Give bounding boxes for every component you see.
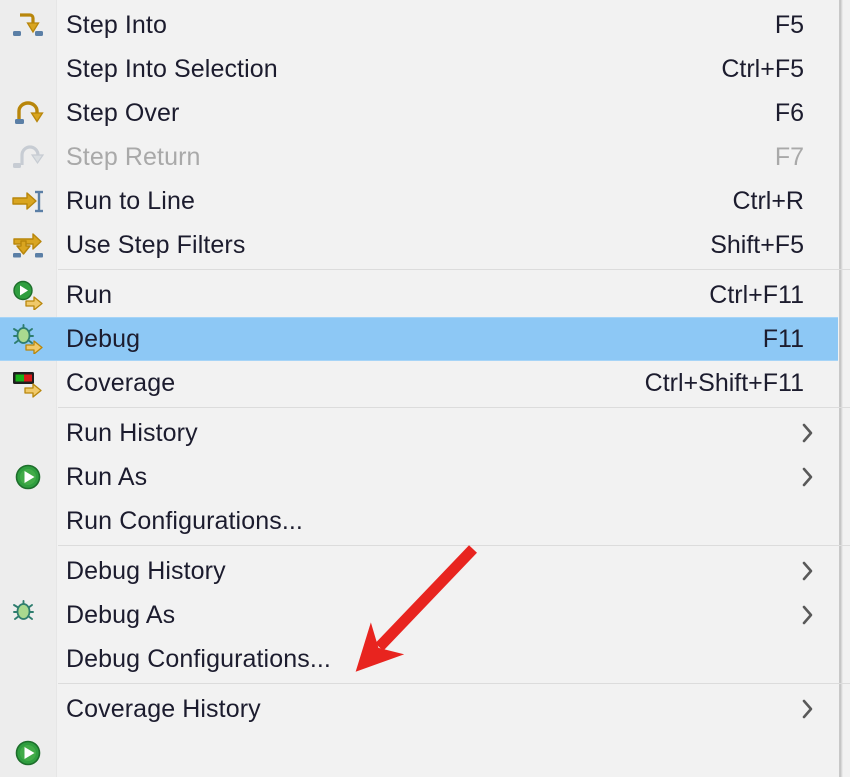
no-icon <box>8 692 48 726</box>
run-to-line-icon <box>8 184 48 218</box>
debug-as-icon <box>8 598 48 632</box>
menu-item-run-configurations[interactable]: Run Configurations... <box>0 499 838 543</box>
menu-item-label: Step Into Selection <box>66 54 278 83</box>
coverage-as-icon <box>8 736 48 770</box>
use-step-filters-icon <box>8 228 48 262</box>
no-icon <box>8 52 48 86</box>
menu-item-coverage[interactable]: Coverage Ctrl+Shift+F11 <box>0 361 838 405</box>
step-into-icon <box>8 8 48 42</box>
menu-item-run-history[interactable]: Run History <box>0 411 838 455</box>
menu-item-run-to-line[interactable]: Run to Line Ctrl+R <box>0 179 838 223</box>
menu-item-debug-as[interactable]: Debug As <box>0 593 838 637</box>
no-icon <box>8 554 48 588</box>
coverage-icon <box>8 366 48 400</box>
menu-item-label: Debug History <box>66 556 226 585</box>
menu-item-run-as[interactable]: Run As <box>0 455 838 499</box>
menu-item-shortcut: Ctrl+R <box>732 186 804 215</box>
menu-item-use-step-filters[interactable]: Use Step Filters Shift+F5 <box>0 223 838 267</box>
menu-item-step-return: Step Return F7 <box>0 135 838 179</box>
run-icon <box>8 278 48 312</box>
submenu-chevron-right-icon <box>798 558 818 584</box>
menu-item-label: Run Configurations... <box>66 506 303 535</box>
no-icon <box>8 642 48 676</box>
menu-item-debug-configurations[interactable]: Debug Configurations... <box>0 637 838 681</box>
submenu-chevron-right-icon <box>798 464 818 490</box>
menu-item-shortcut: F5 <box>774 10 804 39</box>
menu-item-shortcut: Ctrl+Shift+F11 <box>644 368 804 397</box>
menu-item-run[interactable]: Run Ctrl+F11 <box>0 273 838 317</box>
menu-item-shortcut: Ctrl+F11 <box>709 280 804 309</box>
menu-item-label: Run History <box>66 418 198 447</box>
menu-item-label: Coverage History <box>66 694 261 723</box>
menu-item-label: Use Step Filters <box>66 230 246 259</box>
menu-item-step-over[interactable]: Step Over F6 <box>0 91 838 135</box>
step-return-icon <box>8 140 48 174</box>
step-over-icon <box>8 96 48 130</box>
run-menu-popup: Step Into F5 Step Into Selection Ctrl+F5 St… <box>0 0 850 777</box>
menu-item-label: Coverage <box>66 368 176 397</box>
debug-icon <box>8 322 48 356</box>
menu-item-partial[interactable] <box>0 731 838 775</box>
menu-item-shortcut: Shift+F5 <box>710 230 804 259</box>
menu-item-label: Run As <box>66 462 148 491</box>
menu-item-step-into[interactable]: Step Into F5 <box>0 3 838 47</box>
menu-item-label: Debug As <box>66 600 176 629</box>
no-icon <box>8 504 48 538</box>
menu-item-step-into-selection[interactable]: Step Into Selection Ctrl+F5 <box>0 47 838 91</box>
menu-item-debug-history[interactable]: Debug History <box>0 549 838 593</box>
menu-item-coverage-history[interactable]: Coverage History <box>0 687 838 731</box>
menu-item-list: Step Into F5 Step Into Selection Ctrl+F5 St… <box>0 0 850 775</box>
menu-item-label: Debug <box>66 324 141 353</box>
run-as-icon <box>8 460 48 494</box>
submenu-chevron-right-icon <box>798 602 818 628</box>
menu-item-label: Step Into <box>66 10 167 39</box>
no-icon <box>8 416 48 450</box>
menu-item-label: Run <box>66 280 113 309</box>
menu-item-label: Step Return <box>66 142 201 171</box>
menu-item-label: Debug Configurations... <box>66 644 331 673</box>
submenu-chevron-right-icon <box>798 696 818 722</box>
menu-item-label: Run to Line <box>66 186 195 215</box>
menu-item-shortcut: F7 <box>774 142 804 171</box>
menu-item-label: Step Over <box>66 98 180 127</box>
submenu-chevron-right-icon <box>798 420 818 446</box>
menu-item-shortcut: F11 <box>762 324 804 353</box>
menu-item-debug[interactable]: Debug F11 <box>0 317 838 361</box>
menu-item-shortcut: F6 <box>774 98 804 127</box>
menu-item-shortcut: Ctrl+F5 <box>721 54 804 83</box>
